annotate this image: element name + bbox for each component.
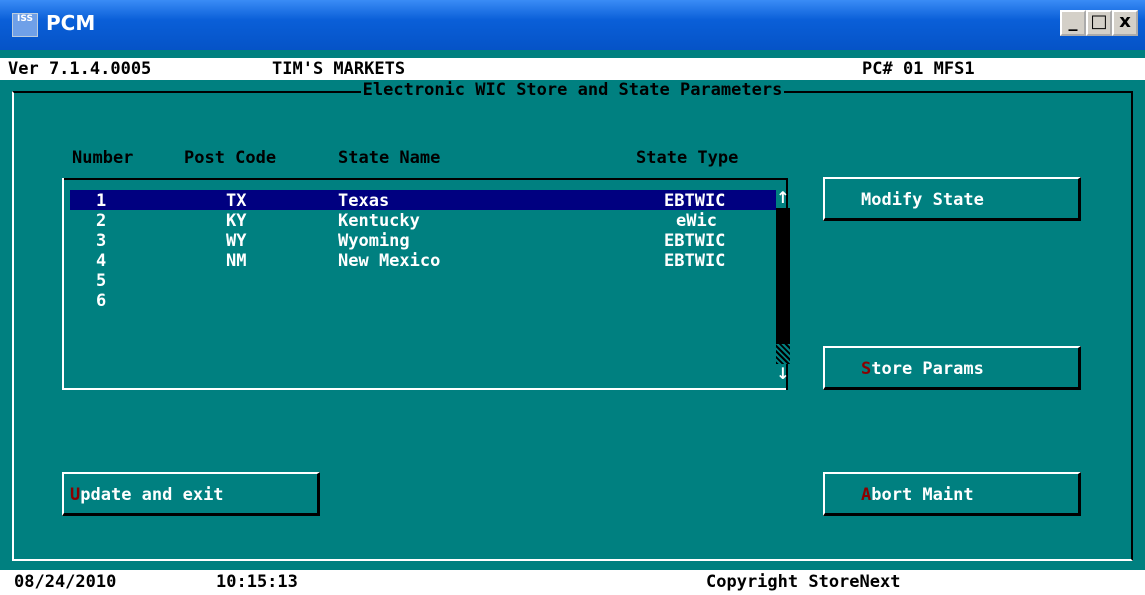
column-header-number: Number (72, 148, 134, 168)
panel-title-text: Electronic WIC Store and State Parameter… (360, 80, 785, 100)
row-state-type: EBTWIC (664, 191, 726, 211)
column-header-post-code: Post Code (184, 148, 277, 168)
abort-maint-button[interactable]: Abort Maint (823, 472, 1081, 516)
row-number: 3 (96, 231, 107, 251)
row-state-name: Wyoming (338, 231, 410, 251)
version-label: Ver 7.1.4.0005 (8, 59, 152, 79)
table-row[interactable]: 3 WY Wyoming EBTWIC (70, 230, 776, 251)
table-row[interactable]: 4 NM New Mexico EBTWIC (70, 250, 776, 271)
row-post-code: TX (226, 191, 247, 211)
list-scrollbar[interactable]: ↑ ↓ (776, 188, 790, 386)
maximize-button[interactable]: □ (1086, 10, 1112, 36)
window-title: PCM (46, 11, 96, 35)
modify-state-button[interactable]: Modify State (823, 177, 1081, 221)
terminal-id: PC# 01 MFS1 (862, 59, 975, 79)
status-date: 08/24/2010 (14, 572, 117, 592)
row-state-name: Texas (338, 191, 390, 211)
row-post-code: WY (226, 231, 247, 251)
minimize-button[interactable]: _ (1060, 10, 1086, 36)
status-time: 10:15:13 (216, 572, 298, 592)
button-label: bort Maint (871, 485, 974, 505)
list-border (62, 178, 788, 180)
scroll-down-arrow-icon[interactable]: ↓ (776, 364, 790, 384)
row-number: 6 (96, 291, 107, 311)
hotkey-letter: A (861, 485, 872, 505)
hotkey-letter: S (861, 359, 872, 379)
row-number: 5 (96, 271, 107, 291)
scrollbar-track[interactable] (776, 208, 790, 344)
row-state-type: eWic (676, 211, 717, 231)
button-label: pdate and exit (80, 485, 224, 505)
hotkey-letter: U (70, 485, 81, 505)
row-post-code: KY (226, 211, 247, 231)
pcm-window: ISS PCM _ □ x Ver 7.1.4.0005 TIM'S MARKE… (0, 0, 1145, 595)
button-label: Modify State (861, 190, 984, 210)
row-post-code: NM (226, 251, 247, 271)
column-header-state-type: State Type (636, 148, 739, 168)
button-label: tore Params (871, 359, 984, 379)
row-state-type: EBTWIC (664, 251, 726, 271)
column-header-state-name: State Name (338, 148, 441, 168)
table-row[interactable]: 5 (70, 270, 776, 291)
header-bar: Ver 7.1.4.0005 TIM'S MARKETS PC# 01 MFS1 (0, 58, 1145, 80)
scrollbar-thumb[interactable] (776, 344, 790, 364)
row-state-name: Kentucky (338, 211, 420, 231)
store-params-button[interactable]: Store Params (823, 346, 1081, 390)
table-row[interactable]: 1 TX Texas EBTWIC (70, 190, 776, 211)
list-border (62, 178, 64, 390)
title-bar[interactable]: ISS PCM _ □ x (0, 0, 1145, 50)
list-border (62, 388, 788, 390)
copyright-text: Copyright StoreNext (706, 572, 901, 592)
row-number: 1 (96, 191, 107, 211)
scroll-up-arrow-icon[interactable]: ↑ (776, 188, 790, 208)
table-row[interactable]: 6 (70, 290, 776, 311)
row-state-type: EBTWIC (664, 231, 726, 251)
row-number: 2 (96, 211, 107, 231)
store-name: TIM'S MARKETS (272, 59, 406, 79)
status-bar: 08/24/2010 10:15:13 Copyright StoreNext (0, 570, 1145, 595)
row-state-name: New Mexico (338, 251, 441, 271)
panel-title: Electronic WIC Store and State Parameter… (0, 80, 1145, 100)
row-number: 4 (96, 251, 107, 271)
update-and-exit-button[interactable]: Update and exit (62, 472, 320, 516)
app-icon[interactable]: ISS (12, 13, 38, 37)
close-button[interactable]: x (1112, 10, 1138, 36)
state-list[interactable]: 1 TX Texas EBTWIC 2 KY Kentucky eWic 3 W… (62, 178, 790, 390)
table-row[interactable]: 2 KY Kentucky eWic (70, 210, 776, 231)
